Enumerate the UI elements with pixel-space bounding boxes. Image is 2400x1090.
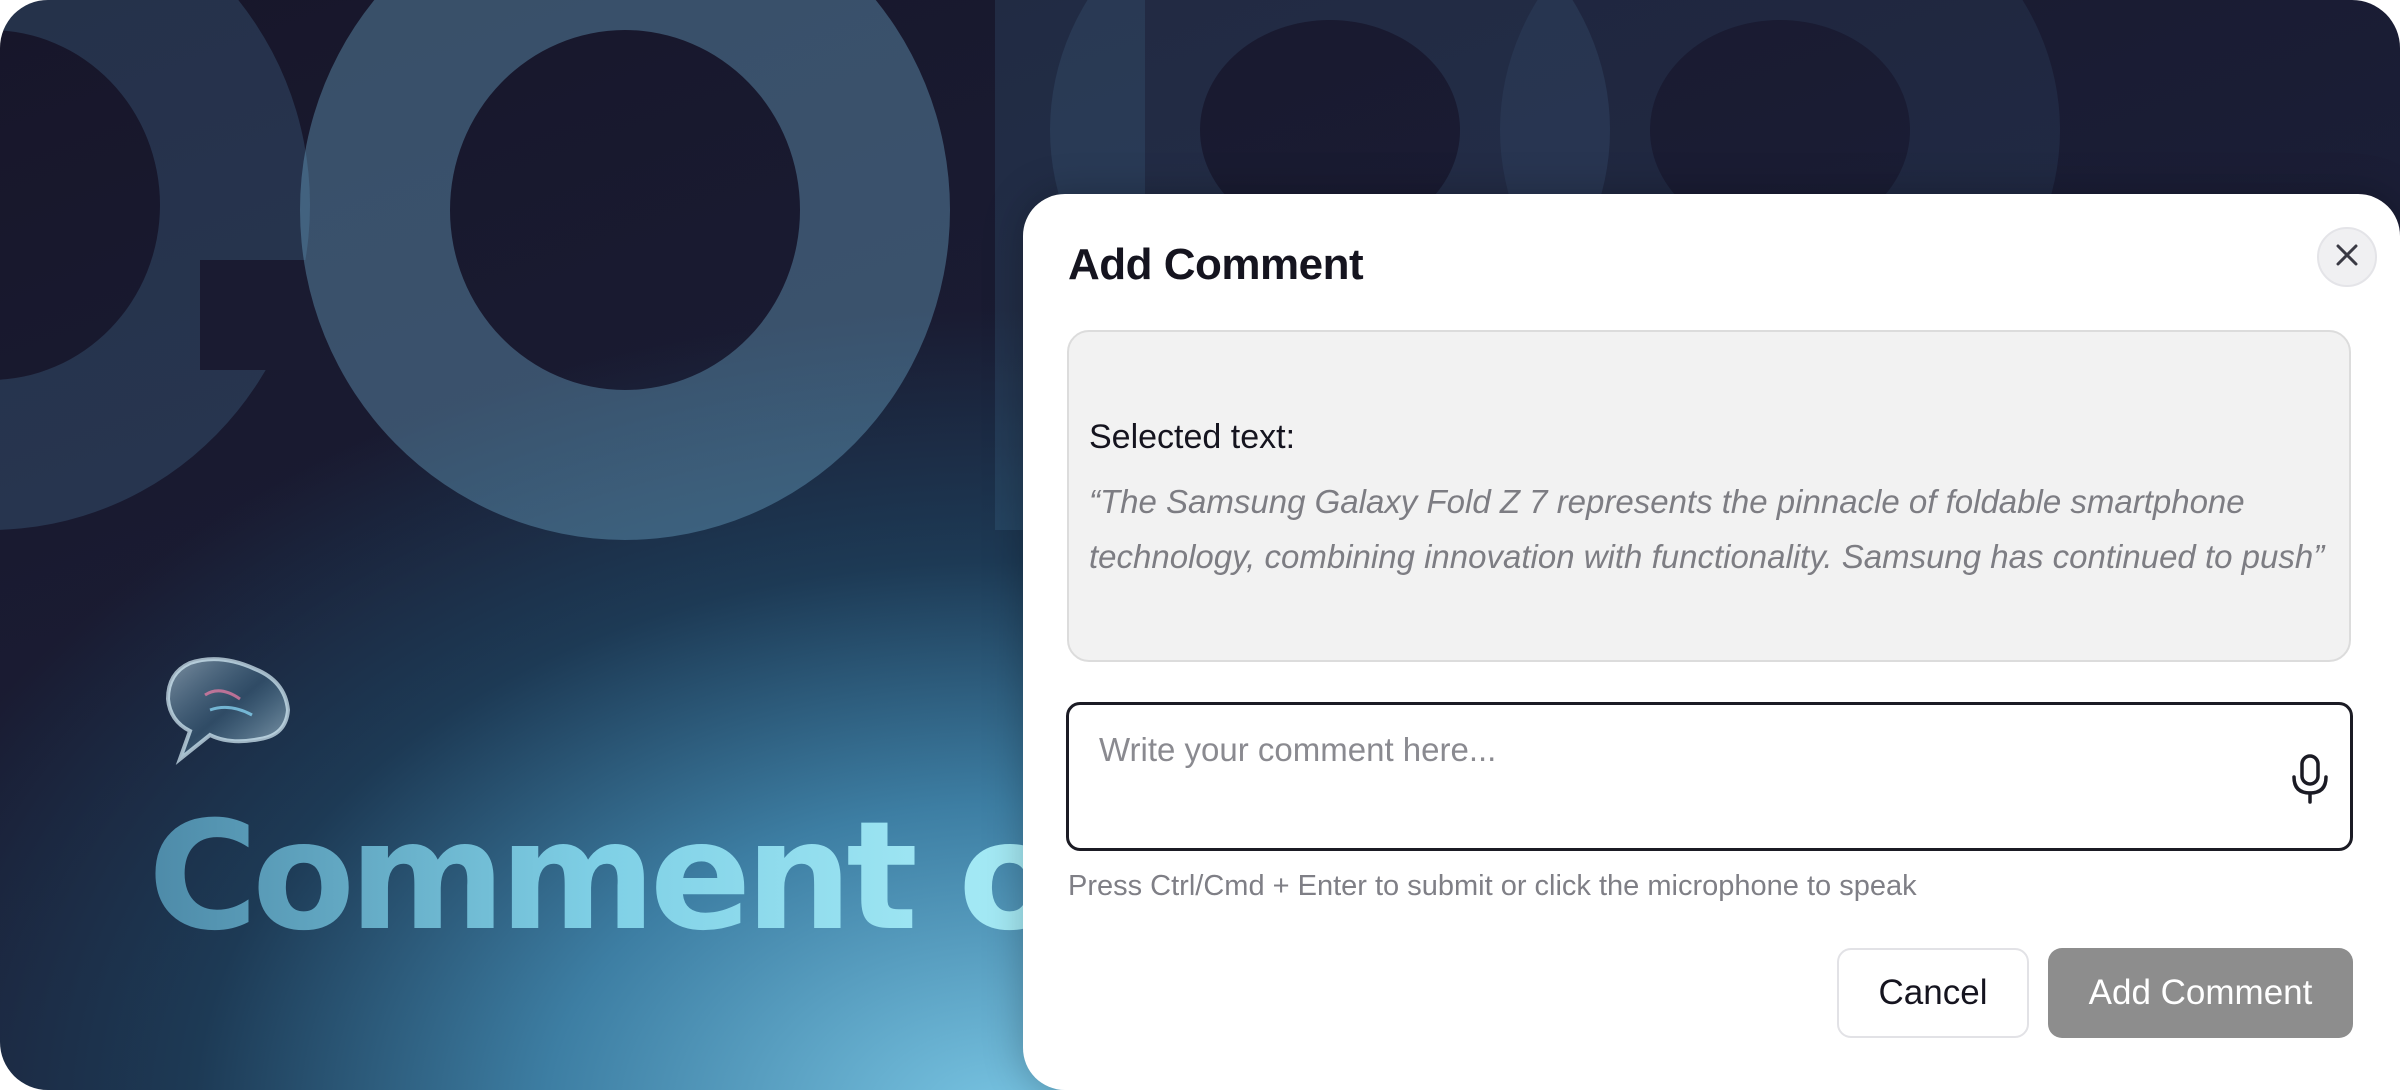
microphone-icon: [2287, 754, 2333, 809]
add-comment-button[interactable]: Add Comment: [2048, 948, 2353, 1038]
microphone-button[interactable]: [2287, 753, 2333, 805]
comment-input[interactable]: [1097, 729, 2251, 823]
background-letter-cutout: [200, 260, 320, 370]
close-button[interactable]: [2317, 227, 2377, 287]
background-letter-o: [300, 0, 950, 540]
cancel-button[interactable]: Cancel: [1837, 948, 2029, 1038]
close-icon: [2334, 242, 2360, 273]
comment-field[interactable]: [1066, 702, 2353, 851]
selected-text-box: Selected text: “The Samsung Galaxy Fold …: [1067, 330, 2351, 662]
submit-hint: Press Ctrl/Cmd + Enter to submit or clic…: [1068, 870, 1917, 902]
hero-title: Comment on: [148, 790, 1162, 964]
selected-text-quote: “The Samsung Galaxy Fold Z 7 represents …: [1089, 483, 2325, 575]
speech-bubble-icon: [160, 655, 295, 765]
dialog-title: Add Comment: [1068, 240, 1364, 289]
add-comment-dialog: Add Comment Selected text: “The Samsung …: [1023, 194, 2400, 1090]
selected-text-label: Selected text:: [1089, 418, 1296, 456]
